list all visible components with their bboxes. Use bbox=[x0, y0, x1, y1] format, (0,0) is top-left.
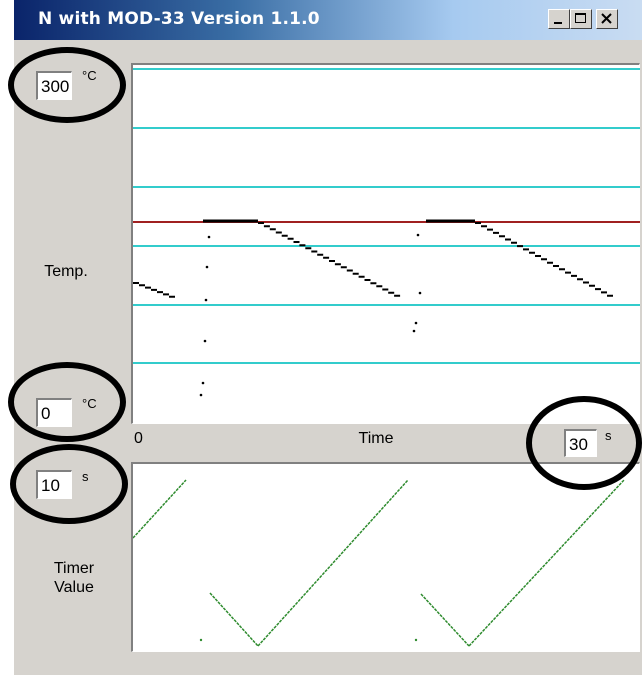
time-axis-start: 0 bbox=[134, 430, 143, 447]
annotation-ring-time-span bbox=[526, 396, 642, 490]
close-icon bbox=[601, 13, 612, 24]
temp-trace-cooldown-2 bbox=[475, 222, 613, 297]
temp-trace-start bbox=[133, 282, 175, 298]
temp-trace-dot-4 bbox=[201, 381, 205, 385]
time-axis-label: Time bbox=[358, 430, 394, 447]
timer-trace-dot-0 bbox=[199, 638, 203, 642]
annotation-ring-timer-max bbox=[10, 444, 128, 524]
temperature-plot bbox=[131, 63, 640, 424]
temp-trace-dot-3 bbox=[203, 339, 207, 343]
annotation-ring-temp-max bbox=[8, 47, 126, 123]
timer-axis-label-line2: Value bbox=[54, 579, 94, 596]
temp-trace-cooldown-1 bbox=[258, 222, 401, 297]
temp-trace-dot-5 bbox=[199, 393, 203, 397]
minimize-button[interactable] bbox=[548, 9, 570, 29]
temperature-chart bbox=[133, 68, 640, 397]
timer-trace-segment-0 bbox=[133, 479, 187, 539]
timer-trace-segment-2 bbox=[257, 479, 409, 647]
timer-chart bbox=[133, 479, 625, 647]
timer-plot bbox=[131, 462, 640, 652]
timer-trace-dot-1 bbox=[414, 638, 418, 642]
close-button[interactable] bbox=[596, 9, 618, 29]
annotation-ring-temp-min bbox=[8, 362, 126, 442]
maximize-button[interactable] bbox=[570, 9, 592, 29]
timer-trace-segment-4 bbox=[468, 479, 625, 647]
title-bar[interactable]: N with MOD-33 Version 1.1.0 bbox=[14, 0, 642, 40]
temp-trace-dot-8 bbox=[414, 321, 418, 325]
temp-trace-dot-7 bbox=[418, 291, 422, 295]
temp-trace-dot-1 bbox=[205, 265, 209, 269]
temp-trace-dot-6 bbox=[416, 233, 420, 237]
temp-trace-dot-9 bbox=[412, 329, 416, 333]
window-title: N with MOD-33 Version 1.1.0 bbox=[38, 9, 320, 29]
temp-axis-label: Temp. bbox=[44, 263, 88, 280]
temp-trace-dot-0 bbox=[207, 235, 211, 239]
timer-trace-segment-1 bbox=[209, 592, 259, 647]
minimize-icon bbox=[554, 22, 562, 24]
maximize-icon bbox=[575, 13, 586, 23]
timer-trace-segment-3 bbox=[420, 593, 470, 647]
temp-trace-dot-2 bbox=[204, 298, 208, 302]
timer-axis-label-line1: Timer bbox=[53, 560, 95, 577]
